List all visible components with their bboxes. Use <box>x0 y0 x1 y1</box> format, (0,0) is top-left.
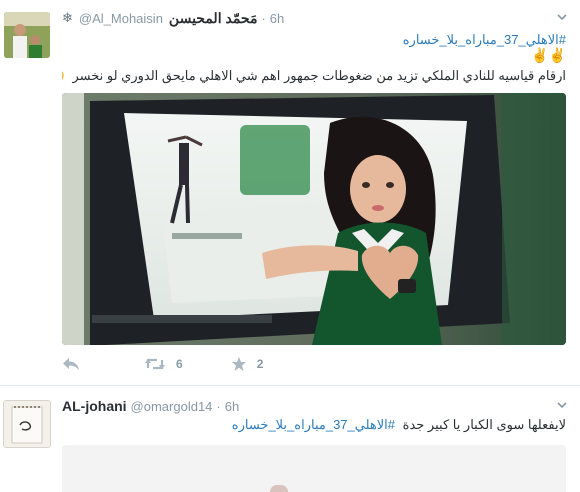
tweet-time[interactable]: 6h <box>225 399 239 414</box>
separator-dot: · <box>216 398 221 414</box>
hashtag-emoji: ✌✌ <box>531 47 566 63</box>
retweet-button[interactable]: 6 <box>144 357 183 371</box>
favorite-button[interactable]: 2 <box>231 356 264 372</box>
reply-button[interactable] <box>62 357 80 371</box>
retweet-icon <box>145 358 165 370</box>
tweet-text: ارقام قياسيه للنادي الملكي تزيد من ضغوطا… <box>72 68 566 83</box>
user-name[interactable]: مَحمّد المحيسن <box>169 10 258 27</box>
hashtag-link[interactable]: #الاهلي_37_مباراه_بلا_خساره <box>232 417 395 432</box>
hashtag-link[interactable]: #الاهلي_37_مباراه_بلا_خساره <box>403 32 566 47</box>
chevron-down-icon[interactable] <box>556 11 568 23</box>
user-handle[interactable]: @omargold14 <box>131 399 213 414</box>
tweet-photo[interactable] <box>62 93 566 345</box>
tweet-header: AL-johani @omargold14 · 6h <box>62 396 568 416</box>
tongue-emoji: 😛 <box>62 68 65 83</box>
tweet-text-line: لايفعلها سوى الكبار يا كبير جدة #الاهلي_… <box>62 417 566 433</box>
pin-icon: ❄ <box>62 10 73 25</box>
favorite-count: 2 <box>256 357 264 371</box>
separator-dot: · <box>261 10 266 26</box>
tweet-hashtag-line: #الاهلي_37_مباراه_بلا_خساره <box>62 32 566 48</box>
avatar[interactable] <box>4 12 50 58</box>
avatar-photo <box>4 12 50 58</box>
tweet[interactable]: AL-johani @omargold14 · 6h لايفعلها سوى … <box>0 387 580 492</box>
tweet-text: لايفعلها سوى الكبار يا كبير جدة <box>402 417 566 432</box>
tweet-text-line: ارقام قياسيه للنادي الملكي تزيد من ضغوطا… <box>62 68 566 84</box>
user-name[interactable]: AL-johani <box>62 398 127 414</box>
tweet[interactable]: ❄ @Al_Mohaisin مَحمّد المحيسن · 6h #الاه… <box>0 0 580 386</box>
retweet-count: 6 <box>176 357 183 371</box>
user-handle[interactable]: @Al_Mohaisin <box>79 11 163 26</box>
reply-icon <box>63 358 79 370</box>
chevron-down-icon[interactable] <box>556 399 568 411</box>
star-icon <box>231 357 246 371</box>
tweet-actions: 6 2 <box>62 354 263 374</box>
tweet-time[interactable]: 6h <box>270 11 284 26</box>
tweet-photo[interactable] <box>62 445 566 492</box>
avatar-notepad <box>4 401 50 447</box>
photo-detail <box>270 485 288 492</box>
photo-illustration <box>62 93 566 345</box>
avatar[interactable] <box>3 400 51 448</box>
tweet-header: ❄ @Al_Mohaisin مَحمّد المحيسن · 6h <box>62 8 568 28</box>
